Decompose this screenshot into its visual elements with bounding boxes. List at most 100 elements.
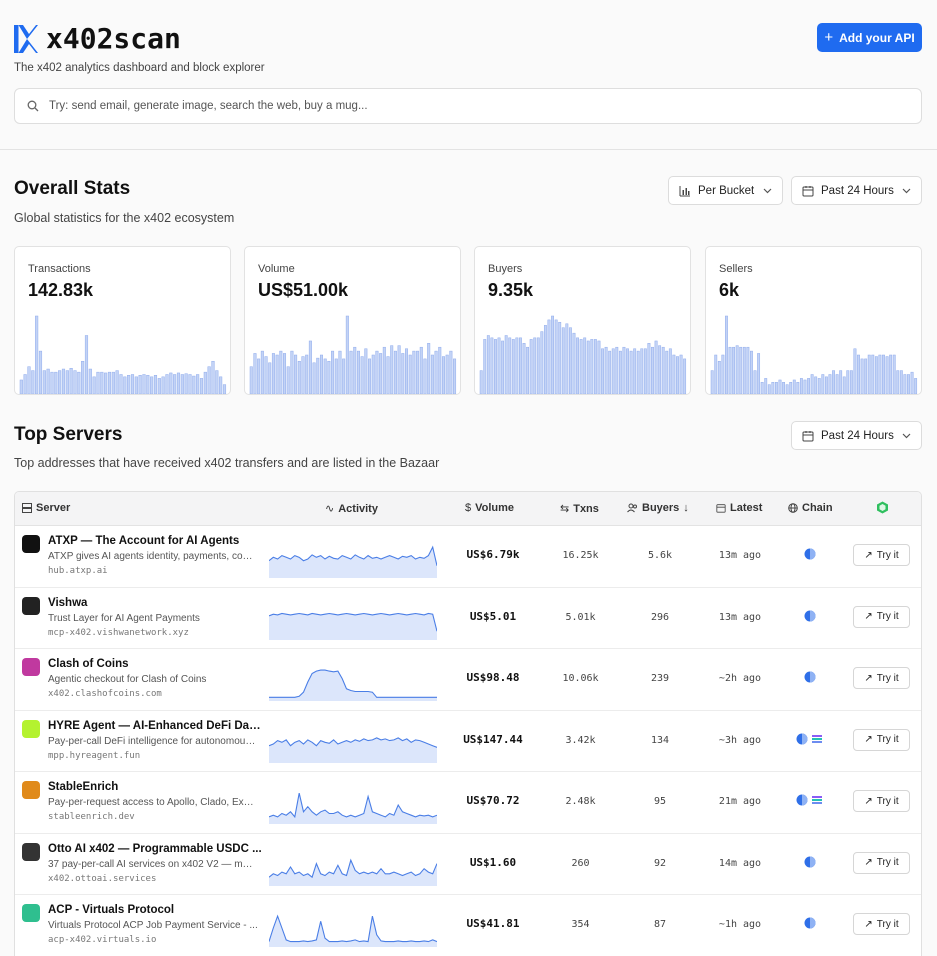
add-api-button[interactable]: + Add your API	[817, 23, 922, 52]
try-it-button[interactable]: ↗ Try it	[853, 605, 910, 628]
servers-table: Server ∿ Activity $ Volume ⇆ Txns Buyers…	[14, 491, 922, 956]
stat-bar	[401, 353, 405, 394]
stat-bar	[342, 358, 346, 394]
try-it-button[interactable]: ↗ Try it	[853, 790, 910, 812]
search-bar[interactable]	[14, 88, 922, 124]
transactions-bar-chart	[19, 315, 227, 394]
column-buyers[interactable]: Buyers ↓	[627, 502, 689, 514]
column-activity[interactable]: ∿ Activity	[325, 502, 378, 516]
stat-bar	[764, 378, 768, 394]
server-name[interactable]: Clash of Coins	[48, 658, 263, 670]
activity-sparkline	[269, 545, 437, 578]
stat-bar	[438, 346, 442, 394]
server-url: mpp.hyreagent.fun	[48, 750, 141, 761]
stat-bar	[416, 350, 420, 394]
try-it-button[interactable]: ↗ Try it	[853, 544, 910, 566]
stat-label: Transactions	[28, 263, 91, 275]
bucket-dropdown[interactable]: Per Bucket	[668, 176, 783, 205]
stat-bar	[814, 376, 818, 394]
stat-bar	[364, 348, 368, 394]
server-name[interactable]: Otto AI x402 — Programmable USDC ...	[48, 843, 263, 855]
atxp-logo-icon	[22, 535, 40, 553]
stat-bar	[176, 372, 181, 394]
table-row[interactable]: StableEnrich Pay-per-request access to A…	[15, 772, 921, 834]
try-it-button[interactable]: ↗ Try it	[853, 728, 910, 751]
stat-bar	[294, 354, 298, 394]
txns-value: 2.48k	[565, 796, 596, 807]
column-actions	[876, 501, 889, 514]
search-input[interactable]	[49, 100, 849, 112]
sparkline-line	[269, 792, 437, 819]
latest-value: 13m ago	[718, 550, 762, 561]
stat-bar	[368, 358, 372, 394]
stat-bar	[842, 376, 846, 394]
server-name[interactable]: Vishwa	[48, 597, 263, 609]
stat-bar	[173, 374, 177, 394]
try-it-label: Try it	[876, 549, 899, 561]
activity-sparkline	[269, 669, 437, 701]
stat-bar	[445, 354, 449, 394]
stat-bar	[849, 370, 853, 394]
try-it-button[interactable]: ↗ Try it	[853, 667, 910, 689]
logo[interactable]: x402scan	[14, 22, 181, 55]
table-row[interactable]: HYRE Agent — AI-Enhanced DeFi Data ... P…	[15, 711, 921, 772]
try-it-button[interactable]: ↗ Try it	[853, 913, 910, 935]
stat-bar	[73, 370, 77, 394]
stat-bar	[257, 358, 261, 394]
server-name[interactable]: HYRE Agent — AI-Enhanced DeFi Data ...	[48, 720, 263, 732]
buyers-value: 134	[650, 734, 670, 746]
stat-bar	[211, 360, 215, 394]
volume-bar-chart	[249, 315, 457, 394]
table-row[interactable]: ACP - Virtuals Protocol Virtuals Protoco…	[15, 895, 921, 956]
stat-value: 9.35k	[488, 280, 534, 300]
column-server[interactable]: Server	[22, 502, 70, 514]
server-name[interactable]: StableEnrich	[48, 781, 263, 793]
stat-bar	[665, 350, 669, 394]
table-row[interactable]: ATXP — The Account for AI Agents ATXP gi…	[15, 526, 921, 588]
stat-bar	[633, 348, 637, 394]
column-latest[interactable]: Latest	[716, 502, 762, 514]
stat-bar	[119, 374, 123, 394]
stat-bar	[590, 339, 594, 394]
stat-bar	[157, 378, 161, 394]
stat-bar	[35, 315, 39, 394]
stat-bar	[608, 350, 612, 394]
stat-bar	[515, 337, 519, 394]
stat-bar	[611, 348, 615, 394]
stat-bar	[371, 354, 375, 394]
table-row[interactable]: Clash of Coins Agentic checkout for Clas…	[15, 649, 921, 711]
latest-value: ~1h ago	[718, 919, 762, 930]
try-it-button[interactable]: ↗ Try it	[853, 851, 910, 874]
table-row[interactable]: Otto AI x402 — Programmable USDC ... 37 …	[15, 834, 921, 895]
column-txns[interactable]: ⇆ Txns	[560, 502, 599, 516]
stat-bar	[892, 354, 896, 394]
table-header: Server ∿ Activity $ Volume ⇆ Txns Buyers…	[15, 492, 921, 526]
txns-value: 354	[571, 919, 590, 930]
column-volume[interactable]: $ Volume	[465, 502, 514, 514]
column-chain[interactable]: Chain	[788, 502, 833, 514]
activity-sparkline	[269, 858, 437, 886]
stat-bar	[636, 350, 640, 394]
column-activity-label: Activity	[338, 502, 378, 515]
table-row[interactable]: Vishwa Trust Layer for AI Agent Payments…	[15, 588, 921, 649]
stat-bar	[835, 374, 839, 394]
stat-bar	[750, 350, 753, 394]
stat-bar	[345, 315, 349, 394]
server-name[interactable]: ACP - Virtuals Protocol	[48, 904, 263, 916]
server-name[interactable]: ATXP — The Account for AI Agents	[48, 535, 263, 547]
stat-bar	[338, 350, 342, 394]
sparkline-area	[269, 547, 437, 578]
stat-bar	[375, 350, 379, 394]
try-it-label: Try it	[876, 672, 899, 684]
servers-range-dropdown[interactable]: Past 24 Hours	[791, 421, 922, 450]
stat-bar	[508, 337, 512, 394]
calendar-icon	[716, 504, 726, 513]
stat-bar	[839, 370, 843, 394]
stat-bar	[38, 350, 43, 394]
stat-bar	[504, 335, 508, 394]
bucket-label: Per Bucket	[698, 184, 755, 197]
stat-bar	[874, 356, 878, 394]
overall-range-dropdown[interactable]: Past 24 Hours	[791, 176, 922, 205]
stat-bar	[393, 350, 397, 394]
stat-bar	[658, 345, 662, 394]
